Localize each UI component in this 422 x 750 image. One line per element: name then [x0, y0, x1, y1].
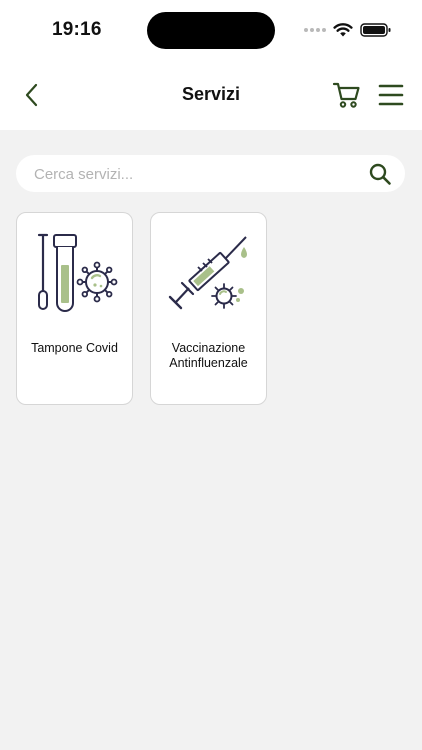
battery-icon	[360, 23, 391, 37]
status-icons	[304, 20, 392, 40]
dynamic-island	[147, 12, 275, 49]
cart-icon	[332, 82, 360, 108]
service-card-label: Vaccinazione Antinfluenzale	[169, 341, 248, 370]
covid-swab-test-icon	[37, 233, 118, 312]
status-time: 19:16	[52, 19, 102, 40]
vaccine-syringe-icon	[168, 236, 247, 310]
service-card-tampone-covid[interactable]: Tampone Covid	[16, 212, 133, 405]
search-input[interactable]	[32, 155, 356, 194]
cellular-signal-icon	[304, 28, 326, 32]
service-card-vaccinazione-antinfluenzale[interactable]: Vaccinazione Antinfluenzale	[150, 212, 267, 405]
hamburger-menu-icon	[378, 84, 404, 106]
cart-button[interactable]	[332, 80, 362, 110]
menu-button[interactable]	[378, 82, 404, 108]
search-icon[interactable]	[368, 162, 392, 186]
wifi-icon	[333, 23, 353, 37]
nav-bar: Servizi	[0, 60, 422, 130]
search-bar	[16, 155, 405, 194]
service-card-label: Tampone Covid	[31, 341, 118, 355]
status-bar: 19:16	[0, 0, 422, 60]
